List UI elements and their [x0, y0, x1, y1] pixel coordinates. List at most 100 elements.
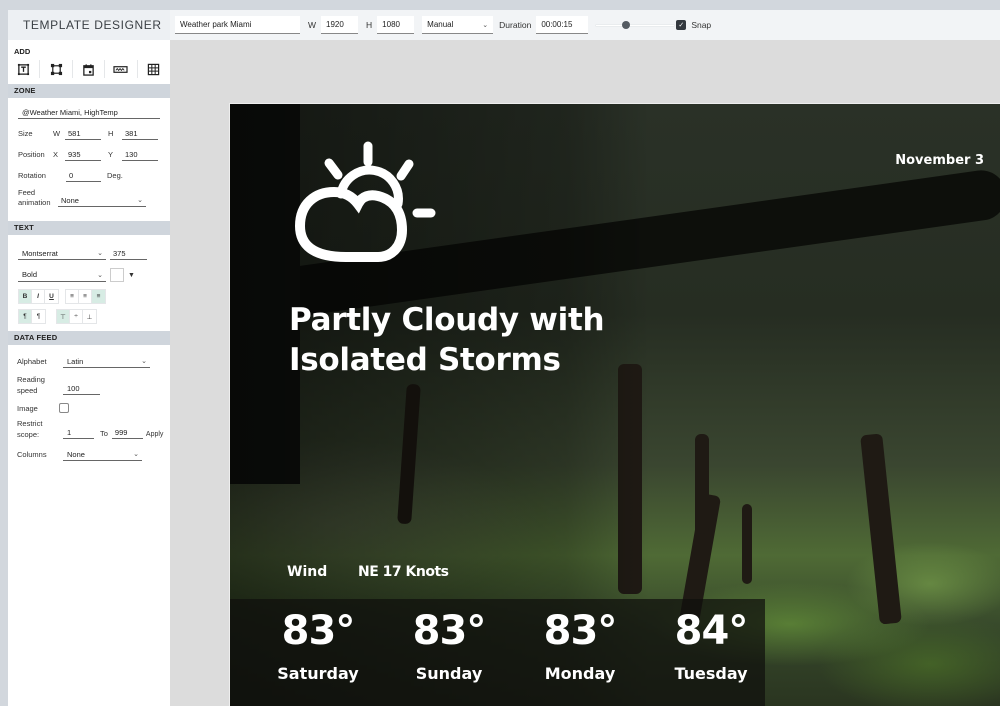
slider-thumb[interactable] — [622, 21, 631, 29]
restrict-from-input[interactable]: 1 — [63, 426, 94, 439]
font-weight-value: Bold — [22, 270, 38, 279]
bold-button[interactable]: B — [19, 290, 32, 303]
forecast-day[interactable]: 83° Monday — [515, 604, 645, 683]
forecast-day-name: Saturday — [277, 664, 359, 683]
add-text-button[interactable] — [8, 60, 41, 78]
wind-value[interactable]: NE 17 Knots — [358, 564, 449, 580]
chevron-down-icon: ⌄ — [97, 250, 103, 257]
tree-trunk — [742, 504, 752, 584]
restrict-scope-label: Restrict scope: — [17, 418, 63, 440]
underline-button[interactable]: U — [45, 290, 58, 303]
alphabet-select[interactable]: Latin ⌄ — [63, 355, 150, 368]
align-right-icon: ≡ — [96, 293, 101, 300]
text-align-group: ≡ ≡ ≡ — [65, 289, 106, 304]
rtl-button[interactable]: ¶ — [32, 310, 45, 323]
forecast-day[interactable]: 84° Tuesday — [646, 604, 776, 683]
add-shape-button[interactable] — [40, 60, 73, 78]
zone-height-input[interactable]: 381 — [122, 127, 158, 140]
slider-track — [596, 24, 675, 26]
snap-checkbox[interactable]: ✓ — [676, 20, 687, 30]
duration-label: Duration — [499, 20, 532, 30]
align-right-button[interactable]: ≡ — [92, 290, 105, 303]
caret-down-icon[interactable]: ▼ — [128, 272, 135, 279]
condition-text[interactable]: Partly Cloudy with Isolated Storms — [289, 300, 605, 380]
forecast-day-name: Tuesday — [674, 664, 748, 683]
zone-source-input[interactable]: @Weather Miami, HighTemp — [18, 106, 160, 119]
reading-speed-label-line2: speed — [17, 386, 38, 395]
table-icon — [148, 63, 160, 75]
chevron-down-icon: ⌄ — [141, 358, 147, 365]
valign-middle-icon: ÷ — [74, 313, 78, 320]
size-label: Size — [18, 129, 33, 138]
width-label: W — [308, 20, 317, 30]
add-date-button[interactable] — [73, 60, 106, 78]
italic-button[interactable]: I — [32, 290, 45, 303]
columns-select[interactable]: None ⌄ — [63, 448, 142, 461]
forecast-day[interactable]: 83° Sunday — [384, 604, 514, 683]
zone-width-input[interactable]: 581 — [65, 127, 101, 140]
zone-h-label: H — [108, 129, 114, 138]
font-family-value: Montserrat — [22, 248, 58, 258]
chevron-down-icon: ⌄ — [482, 21, 489, 29]
apply-button[interactable]: Apply — [146, 431, 164, 438]
font-size-input[interactable]: 375 — [110, 247, 147, 260]
valign-middle-button[interactable]: ÷ — [70, 310, 83, 323]
feed-animation-label-line2: animation — [18, 198, 51, 207]
app-title: TEMPLATE DESIGNER — [8, 10, 170, 40]
align-center-icon: ≡ — [83, 293, 87, 300]
position-label: Position — [18, 150, 45, 159]
template-canvas[interactable]: Partly Cloudy with Isolated Storms Novem… — [229, 103, 1000, 706]
text-direction-group: ¶ ¶ — [18, 309, 46, 324]
chevron-down-icon: ⌄ — [137, 197, 143, 204]
snap-label: Snap — [691, 20, 712, 30]
reading-speed-input[interactable]: 100 — [63, 382, 100, 395]
restrict-to-input[interactable]: 999 — [111, 426, 143, 439]
image-label: Image — [17, 403, 38, 413]
text-style-group: B I U — [18, 289, 59, 304]
forecast-day[interactable]: 83° Saturday — [253, 604, 383, 683]
add-ticker-button[interactable] — [105, 60, 138, 78]
valign-top-button[interactable]: ⊤ — [57, 310, 70, 323]
forecast-temp: 83° — [412, 608, 487, 654]
zoom-slider[interactable] — [596, 20, 675, 30]
add-table-button[interactable] — [138, 60, 170, 78]
date-text[interactable]: November 3 — [895, 153, 984, 168]
text-color-swatch[interactable] — [110, 268, 124, 282]
zone-section-header: ZONE — [8, 84, 170, 98]
valign-bottom-button[interactable]: ⊥ — [83, 310, 96, 323]
columns-label: Columns — [17, 450, 47, 459]
mode-select[interactable]: Manual ⌄ — [422, 16, 494, 34]
feed-animation-label: Feed animation — [18, 188, 58, 208]
feed-animation-select[interactable]: None ⌄ — [58, 194, 146, 207]
align-left-button[interactable]: ≡ — [66, 290, 79, 303]
tree-trunk — [695, 434, 709, 534]
align-center-button[interactable]: ≡ — [79, 290, 92, 303]
add-tools — [8, 60, 170, 78]
font-family-select[interactable]: Montserrat ⌄ — [18, 247, 106, 260]
forecast-temp: 83° — [543, 608, 618, 654]
reading-speed-label: Reading speed — [17, 374, 63, 396]
ltr-button[interactable]: ¶ — [19, 310, 32, 323]
duration-input[interactable]: 00:00:15 — [536, 16, 589, 34]
text-box-icon — [18, 63, 30, 75]
condition-line-1: Partly Cloudy with — [289, 302, 605, 338]
width-input[interactable]: 1920 — [321, 16, 359, 34]
chevron-down-icon: ⌄ — [97, 271, 103, 279]
valign-top-icon: ⊤ — [60, 313, 66, 321]
forecast-temp: 83° — [281, 608, 356, 654]
add-section-label: ADD — [14, 47, 31, 56]
mode-select-value: Manual — [427, 20, 454, 29]
rotation-input[interactable]: 0 — [66, 169, 101, 182]
template-name-input[interactable]: Weather park Miami — [175, 16, 300, 34]
data-feed-section-header: DATA FEED — [8, 331, 170, 345]
height-input[interactable]: 1080 — [377, 16, 415, 34]
vertical-align-group: ⊤ ÷ ⊥ — [56, 309, 97, 324]
wind-label[interactable]: Wind — [287, 564, 327, 580]
rotation-unit: Deg. — [107, 171, 123, 180]
zone-x-input[interactable]: 935 — [65, 148, 101, 161]
image-checkbox[interactable] — [59, 403, 69, 413]
zone-y-input[interactable]: 130 — [122, 148, 158, 161]
font-weight-select[interactable]: Bold ⌄ — [18, 269, 106, 282]
rtl-icon: ¶ — [36, 313, 41, 320]
condition-line-2: Isolated Storms — [289, 342, 561, 378]
